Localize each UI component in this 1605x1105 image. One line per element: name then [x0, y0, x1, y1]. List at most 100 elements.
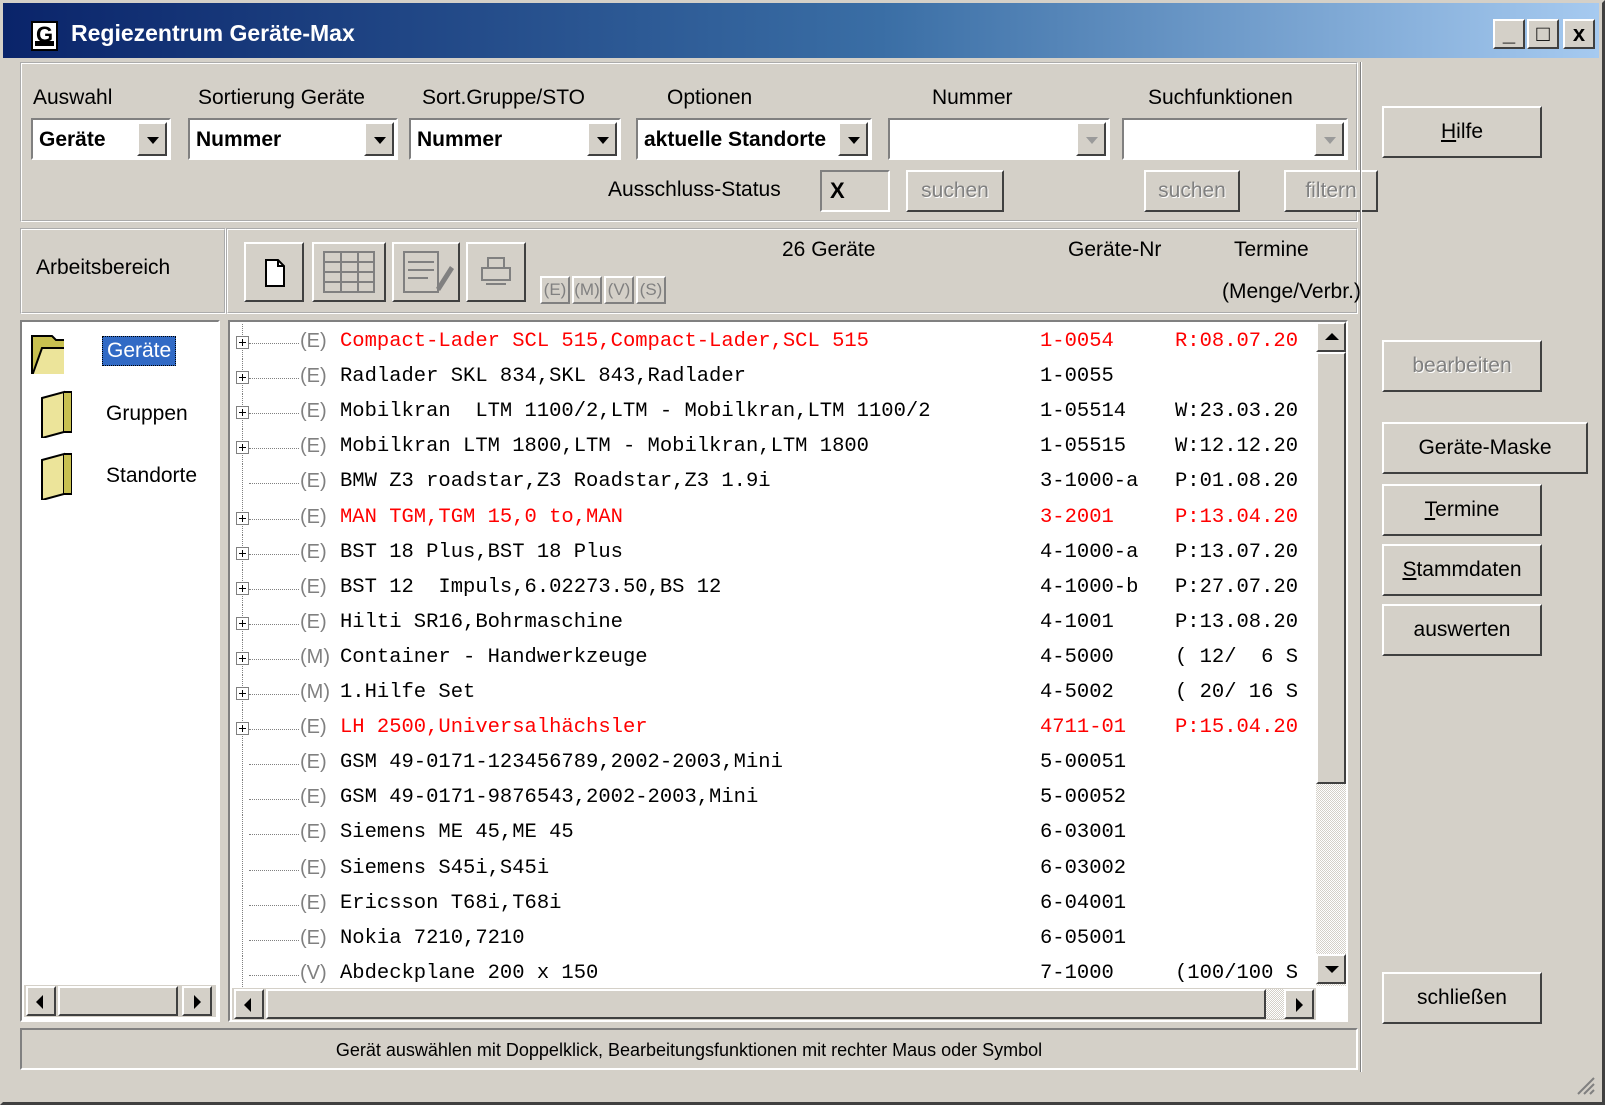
expand-icon[interactable]	[236, 511, 249, 525]
schliessen-button[interactable]: schließen	[1382, 972, 1542, 1024]
tree-row[interactable]: (E) BMW Z3 roadstar,Z3 Roadstar,Z3 1.9i 3-…	[230, 464, 1320, 500]
tree-row[interactable]: (E) Compact-Lader SCL 515,Compact-Lader,S…	[230, 324, 1320, 360]
filter-type-v-button[interactable]: (V)	[604, 276, 634, 304]
tree-row[interactable]: (E) MAN TGM,TGM 15,0 to,MAN 3-2001 P:13.04.…	[230, 499, 1320, 535]
expand-icon[interactable]	[236, 581, 249, 595]
filtern-button[interactable]: filtern	[1284, 170, 1378, 212]
nummer-suchen-button[interactable]: suchen	[906, 170, 1004, 212]
row-name: Hilti SR16,Bohrmaschine	[340, 610, 623, 634]
tree-row[interactable]: (E) Radlader SKL 834,SKL 843,Radlader 1-00…	[230, 359, 1320, 395]
scroll-right-icon[interactable]	[182, 986, 212, 1016]
chevron-down-icon[interactable]	[587, 122, 617, 156]
termine-button[interactable]: Termine	[1382, 484, 1542, 536]
suchfunktionen-input[interactable]	[1122, 118, 1348, 160]
edit-form-button[interactable]	[392, 242, 460, 302]
expand-icon[interactable]	[236, 371, 249, 385]
expand-icon[interactable]	[236, 616, 249, 630]
tree-connector	[249, 869, 299, 871]
row-termin: (100/100 S	[1175, 961, 1299, 985]
expand-icon[interactable]	[236, 546, 249, 560]
nav-hscrollbar[interactable]	[24, 985, 216, 1017]
filter-type-m-button[interactable]: (M)	[572, 276, 602, 304]
tree-row[interactable]: (E) Siemens S45i,S45i 6-03002	[230, 850, 1320, 886]
expand-icon[interactable]	[236, 687, 249, 700]
tree-connector	[242, 850, 243, 886]
sort-gruppe-select[interactable]: Nummer	[409, 118, 621, 160]
tree-row[interactable]: (E) Ericsson T68i,T68i 6-04001	[230, 885, 1320, 921]
row-termin: P:01.08.20	[1175, 470, 1299, 494]
tree-hscroll-thumb[interactable]	[266, 989, 1266, 1019]
tree-hscrollbar[interactable]	[232, 988, 1316, 1020]
tree-row[interactable]: (E) GSM 49-0171-123456789,2002-2003,Mini 5…	[230, 745, 1320, 781]
row-kind: (E)	[300, 856, 327, 879]
scroll-up-icon[interactable]	[1316, 322, 1346, 352]
tree-vscroll-thumb[interactable]	[1316, 352, 1346, 784]
auswahl-select[interactable]: Geräte	[31, 118, 171, 160]
title-bar[interactable]: G Regiezentrum Geräte-Max _ □ x	[3, 3, 1599, 58]
row-kind: (V)	[300, 961, 327, 984]
device-tree[interactable]: (E) Compact-Lader SCL 515,Compact-Lader,S…	[228, 320, 1348, 1022]
tree-row[interactable]: (E) LH 2500,Universalhächsler 4711-01 P:15.…	[230, 710, 1320, 746]
optionen-select[interactable]: aktuelle Standorte	[636, 118, 872, 160]
chevron-down-icon[interactable]	[364, 122, 394, 156]
tree-hscroll-track[interactable]	[1266, 989, 1284, 1019]
row-nr: 1-05515	[1040, 435, 1127, 459]
chevron-down-icon[interactable]	[137, 122, 167, 156]
bearbeiten-button[interactable]: bearbeiten	[1382, 340, 1542, 392]
tree-row[interactable]: (V) Abdeckplane 200 x 150 7-1000 (100/100 S	[230, 955, 1320, 991]
new-document-button[interactable]	[244, 242, 304, 302]
nav-scroll-thumb[interactable]	[58, 986, 178, 1016]
row-name: Radlader SKL 834,SKL 843,Radlader	[340, 365, 746, 389]
tree-row[interactable]: (M) 1.Hilfe Set 4-5002 ( 20/ 16 S	[230, 675, 1320, 711]
minimize-button[interactable]: _	[1493, 19, 1525, 49]
tree-connector	[242, 745, 243, 781]
tree-row[interactable]: (E) Mobilkran LTM 1800,LTM - Mobilkran,LT…	[230, 429, 1320, 465]
sortierung-geraete-select[interactable]: Nummer	[188, 118, 398, 160]
expand-icon[interactable]	[236, 441, 249, 455]
stammdaten-button[interactable]: Stammdaten	[1382, 544, 1542, 596]
nummer-input[interactable]	[888, 118, 1110, 160]
status-text: Gerät auswählen mit Doppelklick, Bearbei…	[335, 1040, 1043, 1060]
nav-item-0[interactable]: Geräte	[30, 322, 210, 382]
tree-row[interactable]: (E) GSM 49-0171-9876543,2002-2003,Mini 5-0…	[230, 780, 1320, 816]
print-button[interactable]	[466, 242, 526, 302]
row-name: Mobilkran LTM 1800,LTM - Mobilkran,LTM 1…	[340, 435, 869, 459]
chevron-down-icon[interactable]	[838, 122, 868, 156]
expand-icon[interactable]	[236, 651, 249, 665]
tree-row[interactable]: (E) Mobilkran LTM 1100/2,LTM - Mobilkran,…	[230, 394, 1320, 430]
expand-icon[interactable]	[236, 336, 249, 349]
filter-type-s-button[interactable]: (S)	[636, 276, 666, 304]
close-button[interactable]: x	[1563, 19, 1595, 49]
tree-row[interactable]: (E) Siemens ME 45,ME 45 6-03001	[230, 815, 1320, 851]
scroll-right-icon[interactable]	[1284, 989, 1314, 1019]
maximize-button[interactable]: □	[1527, 19, 1559, 49]
tree-row[interactable]: (M) Container - Handwerkzeuge 4-5000 ( 12/ …	[230, 639, 1320, 675]
auswerten-button[interactable]: auswerten	[1382, 604, 1542, 656]
geraete-maske-button[interactable]: Geräte-Maske	[1382, 422, 1588, 474]
tree-row[interactable]: (E) Hilti SR16,Bohrmaschine 4-1001 P:13.08.…	[230, 604, 1320, 640]
chevron-down-icon[interactable]	[1314, 122, 1344, 156]
scroll-down-icon[interactable]	[1316, 954, 1346, 984]
scroll-left-icon[interactable]	[26, 986, 56, 1016]
column-header-termine[interactable]: Termine	[1234, 238, 1309, 262]
scroll-left-icon[interactable]	[234, 989, 264, 1019]
expand-icon[interactable]	[236, 406, 249, 420]
chevron-down-icon[interactable]	[1076, 122, 1106, 156]
nav-item-2[interactable]: Standorte	[30, 448, 210, 508]
tree-connector	[242, 780, 243, 816]
ausschluss-status-field[interactable]: X	[820, 170, 890, 212]
tree-connector	[242, 955, 243, 991]
filter-type-e-button[interactable]: (E)	[540, 276, 570, 304]
nav-item-1[interactable]: Gruppen	[30, 386, 210, 446]
filtern-label: filtern	[1305, 179, 1357, 202]
column-header-nr[interactable]: Geräte-Nr	[1068, 238, 1161, 262]
funktion-suchen-button[interactable]: suchen	[1144, 170, 1240, 212]
expand-icon[interactable]	[236, 722, 249, 736]
tree-row[interactable]: (E) BST 12 Impuls,6.02273.50,BS 12 4-1000-…	[230, 569, 1320, 605]
table-view-button[interactable]	[312, 242, 386, 302]
tree-row[interactable]: (E) Nokia 7210,7210 6-05001	[230, 920, 1320, 956]
row-termin: ( 12/ 6 S	[1175, 645, 1299, 669]
tree-row[interactable]: (E) BST 18 Plus,BST 18 Plus 4-1000-a P:13.0…	[230, 534, 1320, 570]
resize-grip-icon[interactable]	[1574, 1074, 1596, 1096]
hilfe-button[interactable]: Hilfe	[1382, 106, 1542, 158]
